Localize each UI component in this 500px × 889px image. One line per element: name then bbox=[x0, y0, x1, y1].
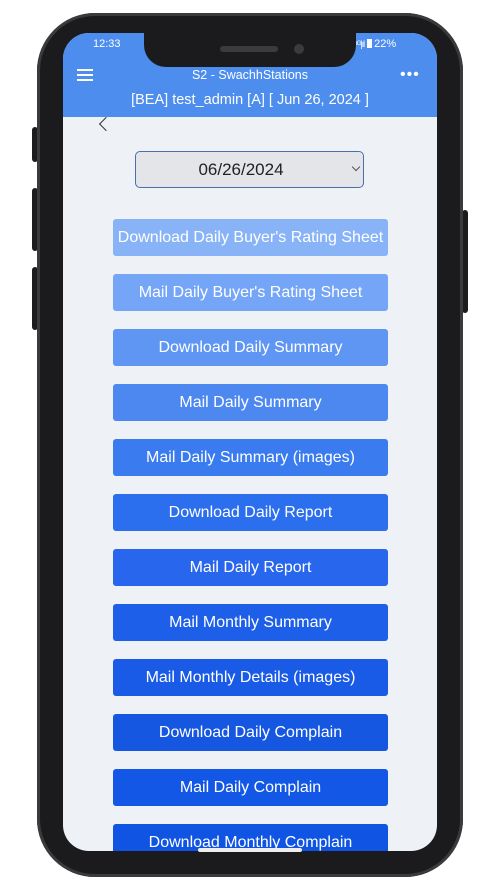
download-daily-report-button[interactable]: Download Daily Report bbox=[113, 494, 388, 531]
status-indicators: ⁴ᴳ|ıl 22% bbox=[354, 38, 396, 50]
speaker-grille bbox=[220, 46, 278, 52]
date-select-value: 06/26/2024 bbox=[198, 160, 284, 179]
date-select[interactable]: 06/26/2024 bbox=[135, 151, 364, 188]
battery-level: 22% bbox=[374, 38, 397, 50]
front-camera bbox=[294, 44, 304, 54]
battery-icon bbox=[367, 39, 373, 48]
download-monthly-complain-button[interactable]: Download Monthly Complain bbox=[113, 824, 388, 851]
mail-monthly-details-images-button[interactable]: Mail Monthly Details (images) bbox=[113, 659, 388, 696]
mail-monthly-summary-button[interactable]: Mail Monthly Summary bbox=[113, 604, 388, 641]
mail-daily-summary-images-button[interactable]: Mail Daily Summary (images) bbox=[113, 439, 388, 476]
app-screen: 12:33 ⁴ᴳ|ıl 22% S2 - SwachhStations ••• [… bbox=[63, 33, 437, 851]
mail-daily-report-button[interactable]: Mail Daily Report bbox=[113, 549, 388, 586]
download-daily-complain-button[interactable]: Download Daily Complain bbox=[113, 714, 388, 751]
back-chevron-icon[interactable] bbox=[98, 116, 114, 132]
status-time: 12:33 bbox=[93, 38, 121, 50]
mail-daily-buyers-rating-sheet-button[interactable]: Mail Daily Buyer's Rating Sheet bbox=[113, 274, 388, 311]
more-vertical-icon[interactable]: ••• bbox=[400, 66, 420, 84]
home-indicator[interactable] bbox=[198, 848, 302, 852]
phone-notch bbox=[144, 33, 356, 67]
mail-daily-summary-button[interactable]: Mail Daily Summary bbox=[113, 384, 388, 421]
mail-daily-complain-button[interactable]: Mail Daily Complain bbox=[113, 769, 388, 806]
download-daily-buyers-rating-sheet-button[interactable]: Download Daily Buyer's Rating Sheet bbox=[113, 219, 388, 256]
chevron-down-icon bbox=[351, 162, 361, 172]
app-subtitle: [BEA] test_admin [A] [ Jun 26, 2024 ] bbox=[131, 92, 369, 108]
download-daily-summary-button[interactable]: Download Daily Summary bbox=[113, 329, 388, 366]
action-list: Download Daily Buyer's Rating Sheet Mail… bbox=[113, 219, 388, 851]
app-title: S2 - SwachhStations bbox=[191, 68, 309, 82]
